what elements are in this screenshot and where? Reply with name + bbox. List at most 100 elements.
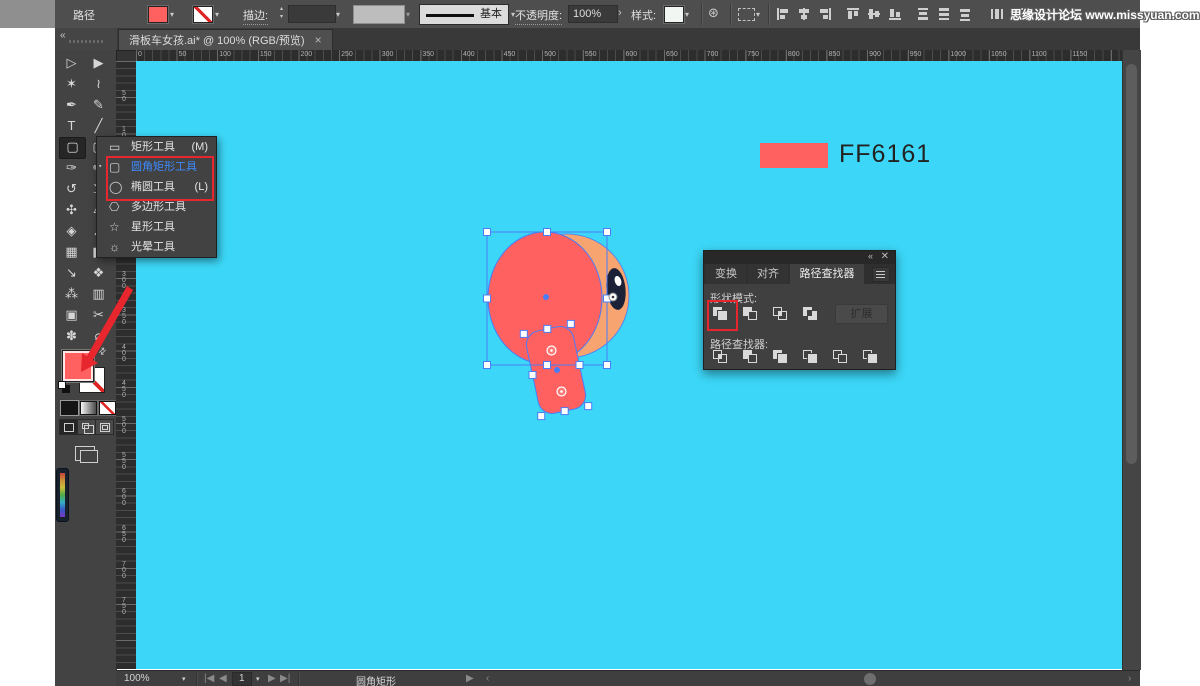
status-collapse-icon[interactable]: ‹ <box>486 673 489 684</box>
horizontal-scrollbar-thumb[interactable] <box>864 673 876 685</box>
opacity-label[interactable]: 不透明度: <box>515 7 562 25</box>
align-right-icon[interactable] <box>818 7 832 21</box>
scroll-right-icon[interactable]: › <box>1128 673 1131 684</box>
flyout-item-star[interactable]: ☆星形工具 <box>97 217 216 237</box>
fill-color-swatch[interactable] <box>148 6 168 23</box>
prev-page-icon[interactable]: ◀ <box>219 673 227 684</box>
align-h-center-icon[interactable] <box>797 7 811 21</box>
docked-widget[interactable] <box>56 468 69 522</box>
last-page-icon[interactable]: ▶| <box>280 673 290 684</box>
distribute-bottom-icon[interactable] <box>958 7 972 21</box>
minus-back-button[interactable] <box>862 349 879 364</box>
collapse-panel-icon[interactable]: « <box>60 30 66 41</box>
distribute-top-icon[interactable] <box>916 7 930 21</box>
direct-selection-tool-icon[interactable]: ▷ <box>59 53 84 73</box>
color-button[interactable] <box>61 401 78 415</box>
symbol-sprayer-tool-icon[interactable]: ⁂ <box>59 284 84 304</box>
shape-builder-tool-icon[interactable]: ◈ <box>59 221 84 241</box>
merge-button[interactable] <box>772 349 789 364</box>
horizontal-ruler[interactable]: 0501001502002503003504004505005506006507… <box>136 50 1122 61</box>
document-setup-icon[interactable]: ⊛ <box>708 5 719 21</box>
distribute-v-center-icon[interactable] <box>937 7 951 21</box>
status-expand-icon[interactable]: ▶ <box>466 673 474 684</box>
swap-fill-stroke-icon[interactable]: ⇄ <box>96 345 109 358</box>
lasso-tool-icon[interactable]: ≀ <box>86 74 111 94</box>
trim-button[interactable] <box>742 349 759 364</box>
document-title: 滑板车女孩.ai* @ 100% (RGB/预览) <box>129 35 305 47</box>
document-tab[interactable]: 滑板车女孩.ai* @ 100% (RGB/预览) × <box>118 29 333 51</box>
eyedropper-tool-icon[interactable]: ↘ <box>59 263 84 283</box>
zoom-tool-icon[interactable]: ⌀ <box>86 326 111 346</box>
fill-chevron-icon[interactable]: ▾ <box>170 10 174 19</box>
close-tab-icon[interactable]: × <box>315 33 322 47</box>
style-swatch[interactable] <box>664 6 684 23</box>
draw-normal-button[interactable] <box>59 419 78 435</box>
distribute-h-space-icon[interactable] <box>990 7 1004 21</box>
width-profile-dropdown[interactable] <box>353 5 405 24</box>
opacity-field[interactable]: 100% <box>568 5 618 23</box>
line-segment-tool-icon[interactable]: ╱ <box>86 116 111 136</box>
stroke-weight-chevron-icon[interactable]: ▾ <box>336 10 340 19</box>
vertical-scrollbar[interactable] <box>1122 50 1141 670</box>
selection-tool-icon[interactable]: ▶ <box>86 53 111 73</box>
align-bottom-icon[interactable] <box>888 7 902 21</box>
paintbrush-tool-icon[interactable]: ✑ <box>59 158 84 178</box>
fill-color-proxy[interactable] <box>62 350 94 382</box>
stroke-weight-field[interactable] <box>288 5 336 23</box>
hand-tool-icon[interactable]: ✽ <box>59 326 84 346</box>
rectangle-icon: ▭ <box>109 137 120 157</box>
screen-mode-button[interactable] <box>75 446 95 461</box>
brush-definition-dropdown[interactable]: 基本 <box>419 4 509 25</box>
divide-button[interactable] <box>712 349 729 364</box>
default-fill-stroke-icon[interactable] <box>58 381 70 393</box>
opacity-expand-icon[interactable]: › <box>618 7 622 19</box>
mesh-tool-icon[interactable]: ▦ <box>59 242 84 262</box>
slice-tool-icon[interactable]: ✂ <box>86 305 111 325</box>
divider <box>730 3 732 25</box>
divider <box>768 3 770 25</box>
rectangle-tool-icon[interactable]: ▢ <box>59 137 86 159</box>
crop-button[interactable] <box>802 349 819 364</box>
stroke-color-swatch[interactable] <box>193 6 213 23</box>
ruler-label: 600 <box>625 51 637 58</box>
current-tool-name: 圆角矩形 <box>356 673 396 686</box>
width-tool-icon[interactable]: ✣ <box>59 200 84 220</box>
none-button[interactable] <box>99 401 116 415</box>
width-profile-chevron-icon[interactable]: ▾ <box>406 10 410 19</box>
align-v-center-icon[interactable] <box>867 7 881 21</box>
curvature-tool-icon[interactable]: ✎ <box>86 95 111 115</box>
next-page-icon[interactable]: ▶ <box>268 673 276 684</box>
artboard-tool-icon[interactable]: ▣ <box>59 305 84 325</box>
stroke-weight-label[interactable]: 描边: <box>243 7 268 25</box>
ruler-label: 300 <box>382 51 394 58</box>
rotate-tool-icon[interactable]: ↺ <box>59 179 84 199</box>
stroke-chevron-icon[interactable]: ▾ <box>215 10 219 19</box>
draw-behind-button[interactable] <box>77 419 96 435</box>
align-top-icon[interactable] <box>846 7 860 21</box>
column-graph-tool-icon[interactable]: ▥ <box>86 284 111 304</box>
align-left-icon[interactable] <box>776 7 790 21</box>
panel-grip[interactable] <box>69 40 103 43</box>
zoom-chevron-icon[interactable]: ▾ <box>182 675 186 683</box>
select-similar-chevron-icon[interactable]: ▾ <box>756 10 760 19</box>
first-page-icon[interactable]: |◀ <box>204 673 214 684</box>
active-tool-marker: ▪ <box>99 157 101 177</box>
select-similar-icon[interactable] <box>738 8 755 21</box>
flyout-item-flare[interactable]: ☼光晕工具 <box>97 237 216 257</box>
gradient-button[interactable] <box>80 401 97 415</box>
flyout-item-rectangle[interactable]: ▭矩形工具(M) <box>97 137 216 157</box>
page-chevron-icon[interactable]: ▾ <box>256 675 260 683</box>
stroke-weight-stepper[interactable]: ▴▾ <box>277 5 286 23</box>
outline-button[interactable] <box>832 349 849 364</box>
type-tool-icon[interactable]: T <box>59 116 84 136</box>
path-label: 路径 <box>73 7 95 23</box>
ruler-label: 650 <box>666 51 678 58</box>
zoom-level[interactable]: 100% <box>124 673 150 684</box>
vertical-scrollbar-thumb[interactable] <box>1126 64 1137 464</box>
style-chevron-icon[interactable]: ▾ <box>685 10 689 19</box>
draw-inside-button[interactable] <box>95 419 114 435</box>
pen-tool-icon[interactable]: ✒ <box>59 95 84 115</box>
magic-wand-tool-icon[interactable]: ✶ <box>59 74 84 94</box>
blend-tool-icon[interactable]: ❖ <box>86 263 111 283</box>
page-number-field[interactable]: 1 <box>232 672 252 686</box>
